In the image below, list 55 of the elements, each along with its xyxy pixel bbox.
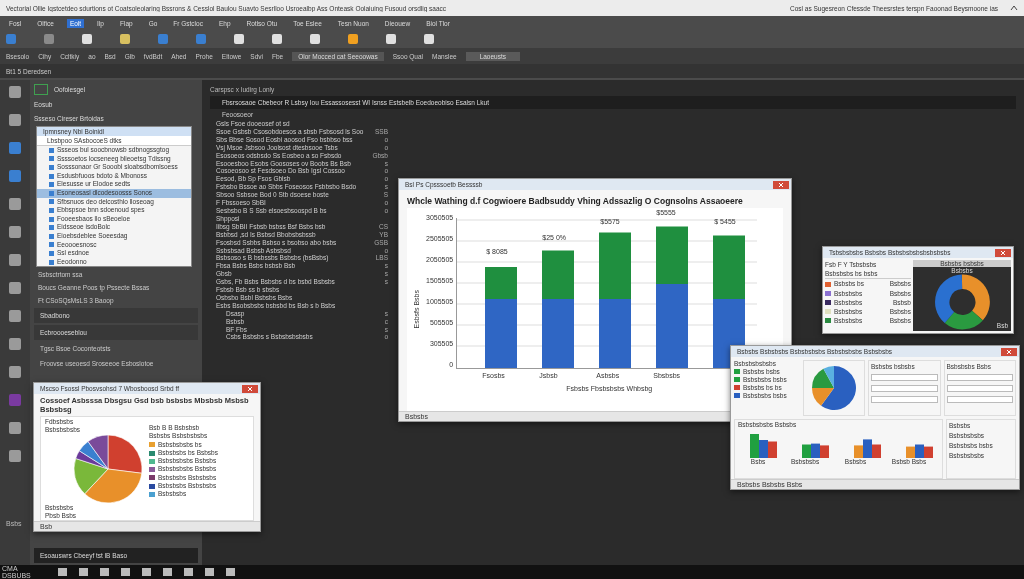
chart-title: Whcle Wathing d.f Cogwioere Badbsuddy Vhing Adssazlig O Cognsolns Assaoeere xyxy=(406,195,744,208)
square-icon[interactable] xyxy=(9,170,21,182)
bar xyxy=(915,444,924,458)
toolbar-icon[interactable] xyxy=(272,34,282,44)
input-field[interactable] xyxy=(946,374,1013,381)
bar xyxy=(872,444,881,458)
input-field[interactable] xyxy=(871,396,938,403)
bar xyxy=(906,446,915,458)
input-field[interactable] xyxy=(871,385,938,392)
bar xyxy=(542,299,575,368)
donut-chart-drawing xyxy=(934,274,990,330)
toolbar-icon[interactable] xyxy=(196,34,206,44)
grid-icon xyxy=(34,83,48,95)
toolbar-icon[interactable] xyxy=(44,34,54,44)
toolbar-icon[interactable] xyxy=(6,34,16,44)
bar xyxy=(750,434,759,458)
bar xyxy=(802,444,811,458)
toolbar-icon[interactable] xyxy=(158,34,168,44)
square-icon[interactable] xyxy=(9,422,21,434)
bar xyxy=(542,250,575,299)
square-icon[interactable] xyxy=(9,394,21,406)
toolbar-icon[interactable] xyxy=(82,34,92,44)
toolbar-icon[interactable] xyxy=(424,34,434,44)
toolbar-icon[interactable] xyxy=(310,34,320,44)
square-icon[interactable] xyxy=(9,226,21,238)
close-icon[interactable] xyxy=(1001,347,1017,356)
square-icon[interactable] xyxy=(9,310,21,322)
square-icon[interactable] xyxy=(9,142,21,154)
close-icon[interactable] xyxy=(773,180,789,189)
toolbar-icon[interactable] xyxy=(120,34,130,44)
bar xyxy=(924,446,933,458)
square-icon[interactable] xyxy=(9,366,21,378)
square-icon[interactable] xyxy=(9,254,21,266)
bar xyxy=(599,232,632,299)
toolbar-icon[interactable] xyxy=(348,34,358,44)
chevron-up-icon[interactable] xyxy=(1010,5,1018,11)
square-icon[interactable] xyxy=(9,198,21,210)
bar xyxy=(713,235,746,299)
toolbar-icon[interactable] xyxy=(386,34,396,44)
input-field[interactable] xyxy=(946,385,1013,392)
input-field[interactable] xyxy=(946,396,1013,403)
close-icon[interactable] xyxy=(242,384,258,393)
bar xyxy=(768,441,777,458)
toolbar-icon[interactable] xyxy=(234,34,244,44)
square-icon[interactable] xyxy=(9,114,21,126)
square-icon[interactable] xyxy=(9,450,21,462)
bar xyxy=(820,445,829,458)
square-icon[interactable] xyxy=(9,282,21,294)
bar xyxy=(811,443,820,458)
bar xyxy=(759,440,768,458)
input-field[interactable] xyxy=(871,374,938,381)
close-icon[interactable] xyxy=(995,248,1011,257)
bar xyxy=(599,299,632,368)
square-icon[interactable] xyxy=(9,338,21,350)
square-icon[interactable] xyxy=(9,86,21,98)
